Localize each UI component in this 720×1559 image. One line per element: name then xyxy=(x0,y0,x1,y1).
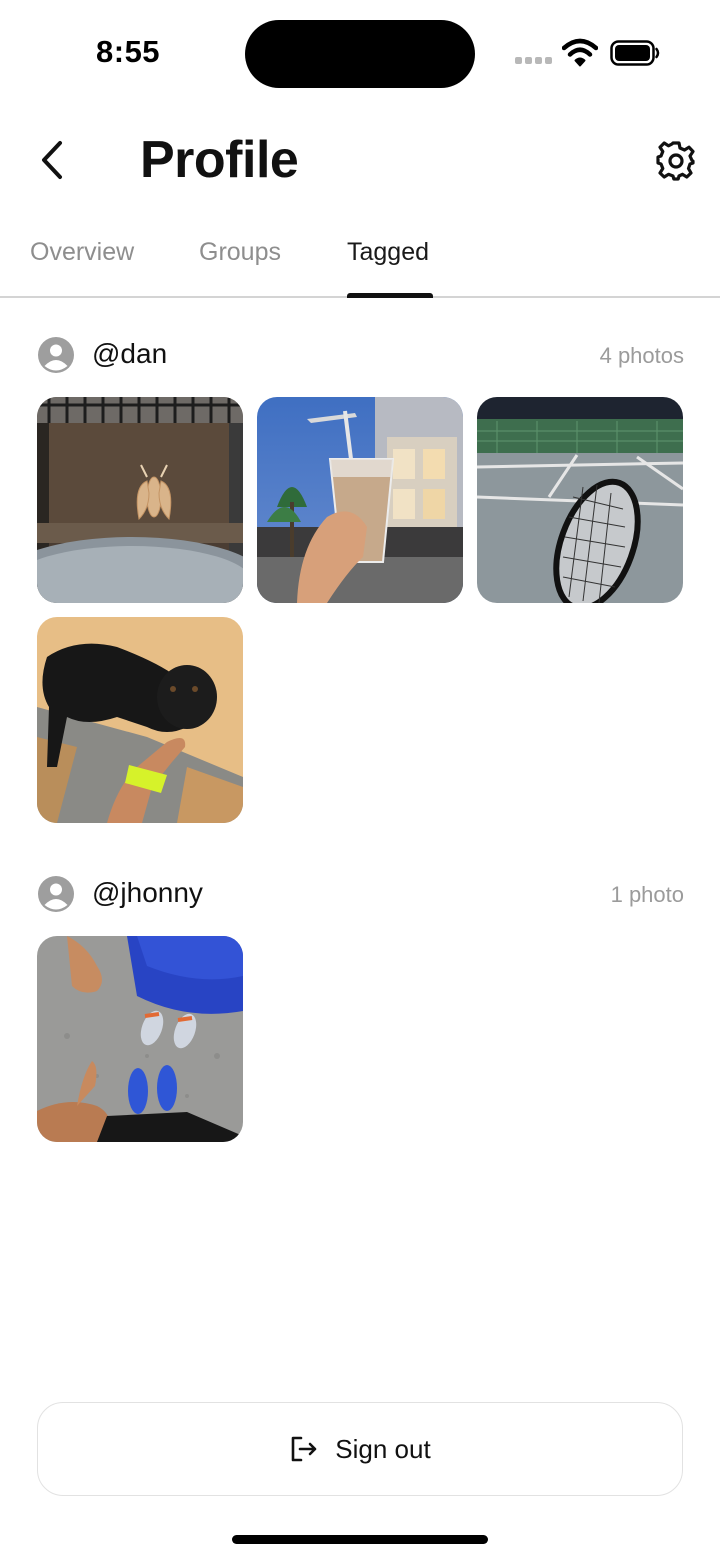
sign-out-icon xyxy=(291,1436,317,1462)
home-indicator[interactable] xyxy=(232,1535,488,1544)
user-avatar-icon xyxy=(38,876,74,912)
photo-iced-coffee xyxy=(257,397,463,603)
page-title: Profile xyxy=(140,131,299,189)
cellular-signal-icon xyxy=(515,57,553,65)
tab-tagged[interactable]: Tagged xyxy=(347,238,429,267)
battery-icon xyxy=(610,40,660,66)
tab-bar: Overview Groups Tagged xyxy=(0,222,720,298)
sign-out-button[interactable]: Sign out xyxy=(37,1402,683,1496)
chevron-left-icon xyxy=(42,141,62,179)
username[interactable]: @jhonny xyxy=(92,877,203,909)
tagged-photo[interactable] xyxy=(37,617,243,823)
status-bar: 8:55 xyxy=(0,0,720,100)
tagged-photo[interactable] xyxy=(477,397,683,603)
user-avatar-icon xyxy=(38,337,74,373)
tagged-photo[interactable] xyxy=(37,397,243,603)
wifi-icon xyxy=(561,38,599,68)
tagged-photo[interactable] xyxy=(37,936,243,1142)
tagged-group-header: @jhonny 1 photo xyxy=(38,875,684,915)
status-time: 8:55 xyxy=(96,34,161,69)
settings-button[interactable] xyxy=(652,137,700,185)
header: Profile xyxy=(0,120,720,200)
dynamic-island xyxy=(245,20,475,88)
photo-moth xyxy=(37,397,243,603)
tab-groups[interactable]: Groups xyxy=(199,238,281,267)
photo-count: 1 photo xyxy=(610,882,684,907)
sign-out-label: Sign out xyxy=(335,1433,431,1464)
photo-tennis-racket xyxy=(477,397,683,603)
tagged-photo[interactable] xyxy=(257,397,463,603)
photo-sneakers xyxy=(37,936,243,1142)
tab-overview[interactable]: Overview xyxy=(30,238,134,267)
username[interactable]: @dan xyxy=(92,338,167,370)
tagged-group-header: @dan 4 photos xyxy=(38,336,684,376)
active-tab-indicator xyxy=(347,293,433,298)
photo-black-dog xyxy=(37,617,243,823)
back-button[interactable] xyxy=(30,134,74,186)
photo-count: 4 photos xyxy=(599,343,684,368)
gear-icon xyxy=(656,141,695,181)
